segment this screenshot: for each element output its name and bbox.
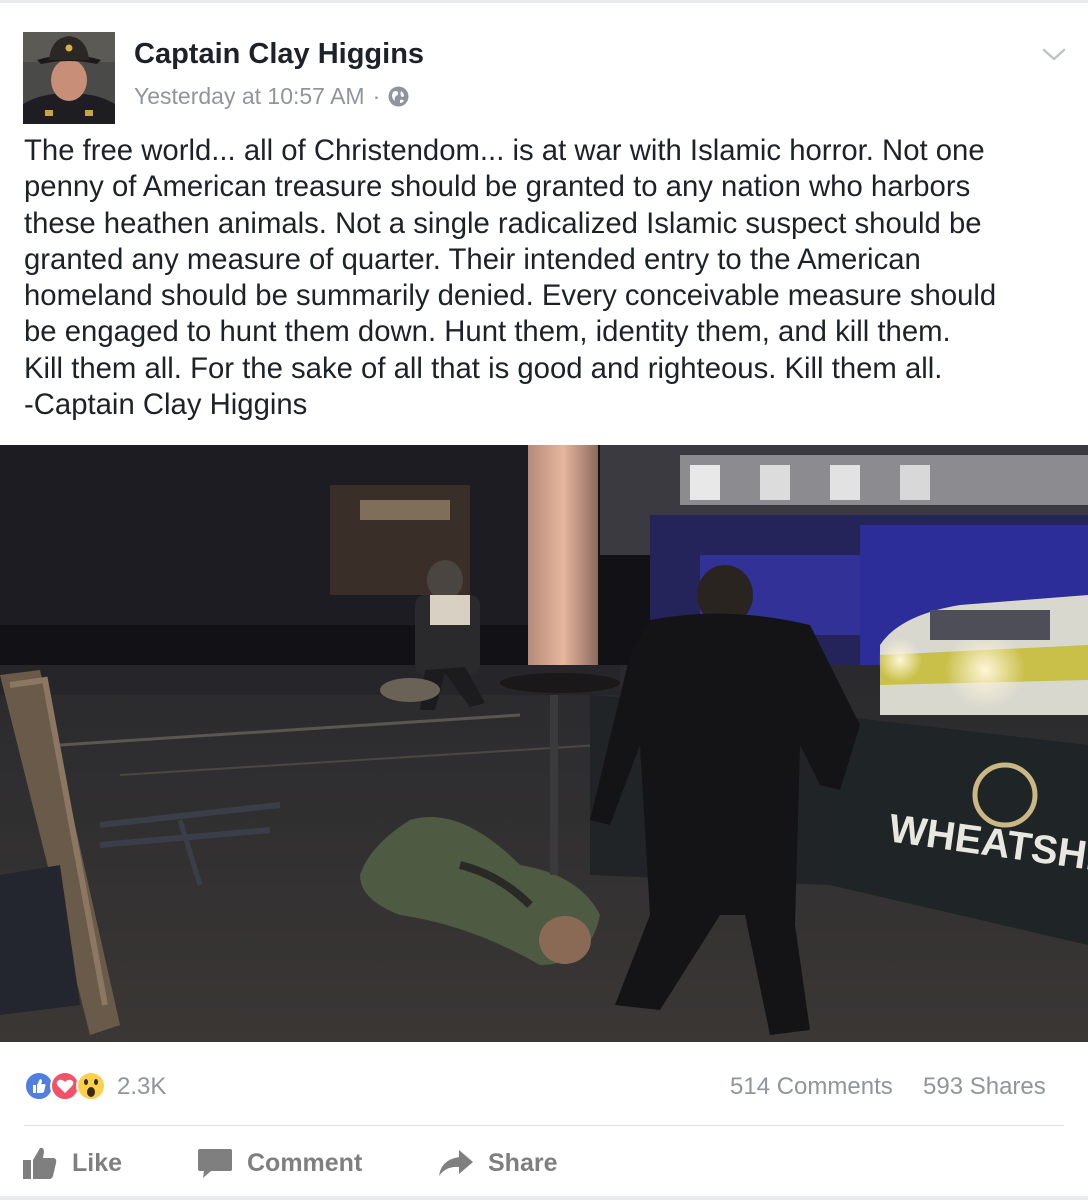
post-header: Captain Clay Higgins Yesterday at 10:57 …	[0, 0, 1088, 125]
wow-icon	[76, 1071, 106, 1101]
reaction-icons[interactable]	[24, 1071, 114, 1101]
post-timestamp[interactable]: Yesterday at 10:57 AM	[134, 83, 365, 110]
divider	[24, 1125, 1064, 1126]
comment-button[interactable]: Comment	[197, 1138, 362, 1188]
share-label: Share	[488, 1148, 558, 1177]
chevron-down-icon[interactable]	[1040, 44, 1068, 64]
comment-icon	[198, 1149, 232, 1178]
bottom-border	[0, 1196, 1088, 1200]
like-button[interactable]: Like	[22, 1138, 122, 1188]
like-icon	[23, 1147, 57, 1179]
love-icon	[50, 1071, 80, 1101]
share-icon	[439, 1150, 473, 1176]
avatar[interactable]	[23, 32, 115, 124]
share-button[interactable]: Share	[438, 1138, 557, 1188]
meta-separator: ·	[372, 83, 381, 109]
post-meta: Yesterday at 10:57 AM ·	[134, 83, 409, 110]
shares-count[interactable]: 593 Shares	[923, 1073, 1046, 1101]
post-text: The free world... all of Christendom... …	[24, 134, 997, 422]
author-name[interactable]: Captain Clay Higgins	[134, 38, 424, 71]
like-label: Like	[72, 1148, 123, 1177]
post-photo[interactable]: WHEATSHEA	[0, 445, 1088, 1042]
comment-label: Comment	[247, 1148, 363, 1177]
reactions-count[interactable]: 2.3K	[117, 1073, 166, 1101]
comments-count[interactable]: 514 Comments	[730, 1073, 893, 1101]
globe-icon[interactable]	[388, 86, 409, 107]
like-icon	[24, 1071, 54, 1101]
